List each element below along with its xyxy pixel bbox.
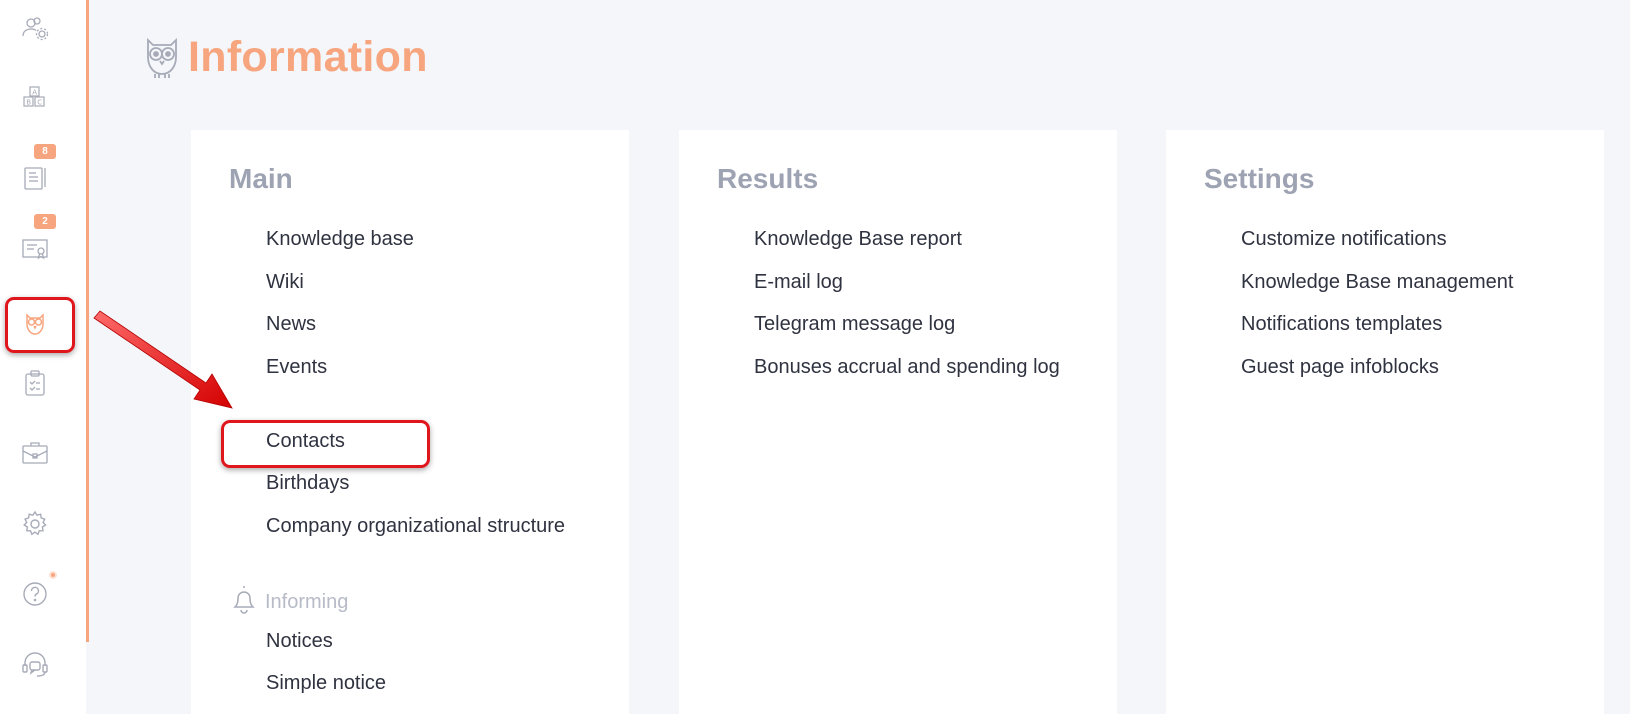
notebook-badge: 8 xyxy=(34,144,56,159)
main-card: Main Knowledge base Wiki News Events Con… xyxy=(191,130,629,714)
svg-text:C: C xyxy=(37,99,42,107)
svg-text:A: A xyxy=(32,89,37,97)
link-simple-notice[interactable]: Simple notice xyxy=(266,672,386,695)
settings-card: Settings Customize notifications Knowled… xyxy=(1166,130,1604,714)
sidebar-item-notebook[interactable]: 8 xyxy=(9,144,61,204)
sidebar-item-clipboard[interactable] xyxy=(9,357,61,409)
notebook-icon xyxy=(24,167,46,190)
link-news[interactable]: News xyxy=(266,313,316,336)
nav-highlight-frame xyxy=(5,297,75,353)
link-notices[interactable]: Notices xyxy=(266,630,333,653)
main-card-title: Main xyxy=(229,163,293,194)
settings-card-title: Settings xyxy=(1204,163,1315,194)
svg-text:B: B xyxy=(26,99,31,107)
clipboard-icon xyxy=(25,370,45,396)
page-title: Information xyxy=(188,32,428,81)
help-notification-dot xyxy=(49,571,57,579)
informing-section-header: Informing xyxy=(229,583,348,616)
sidebar-item-help[interactable] xyxy=(9,567,61,619)
link-customize-notifications[interactable]: Customize notifications xyxy=(1241,228,1447,251)
link-bonuses-log[interactable]: Bonuses accrual and spending log xyxy=(754,356,1060,379)
owl-icon xyxy=(147,37,177,78)
link-knowledge-base[interactable]: Knowledge base xyxy=(266,228,414,251)
support-chat-icon xyxy=(22,652,48,677)
sidebar-item-certificate[interactable]: 2 xyxy=(9,214,61,274)
link-company-structure[interactable]: Company organizational structure xyxy=(266,515,565,538)
gear-icon xyxy=(23,510,47,536)
sidebar-item-users-settings[interactable] xyxy=(9,3,61,55)
results-card-title: Results xyxy=(717,163,819,194)
bell-icon xyxy=(233,586,255,614)
users-settings-icon xyxy=(22,17,49,41)
sidebar-item-support[interactable] xyxy=(9,639,61,691)
left-sidebar: A B C 8 2 xyxy=(0,0,86,714)
certificate-icon xyxy=(22,239,48,260)
annotation-arrow xyxy=(93,310,233,409)
help-icon xyxy=(23,582,47,606)
sidebar-item-settings[interactable] xyxy=(9,498,61,550)
abc-blocks-icon: A B C xyxy=(23,86,45,107)
link-birthdays[interactable]: Birthdays xyxy=(266,472,349,495)
link-knowledge-base-management[interactable]: Knowledge Base management xyxy=(1241,271,1513,294)
sidebar-item-briefcase[interactable] xyxy=(9,427,61,479)
link-telegram-message-log[interactable]: Telegram message log xyxy=(754,313,955,336)
link-notifications-templates[interactable]: Notifications templates xyxy=(1241,313,1442,336)
informing-section-label: Informing xyxy=(265,591,349,613)
link-events[interactable]: Events xyxy=(266,356,327,379)
results-card: Results Knowledge Base report E-mail log… xyxy=(679,130,1117,714)
certificate-badge: 2 xyxy=(34,214,56,229)
link-guest-page-infoblocks[interactable]: Guest page infoblocks xyxy=(1241,356,1439,379)
briefcase-icon xyxy=(22,442,48,464)
link-knowledge-base-report[interactable]: Knowledge Base report xyxy=(754,228,962,251)
link-wiki[interactable]: Wiki xyxy=(266,271,304,294)
sidebar-item-abc-blocks[interactable]: A B C xyxy=(9,73,61,125)
link-email-log[interactable]: E-mail log xyxy=(754,271,843,294)
page-header: Information xyxy=(140,32,428,82)
contacts-highlight-frame xyxy=(221,420,430,468)
